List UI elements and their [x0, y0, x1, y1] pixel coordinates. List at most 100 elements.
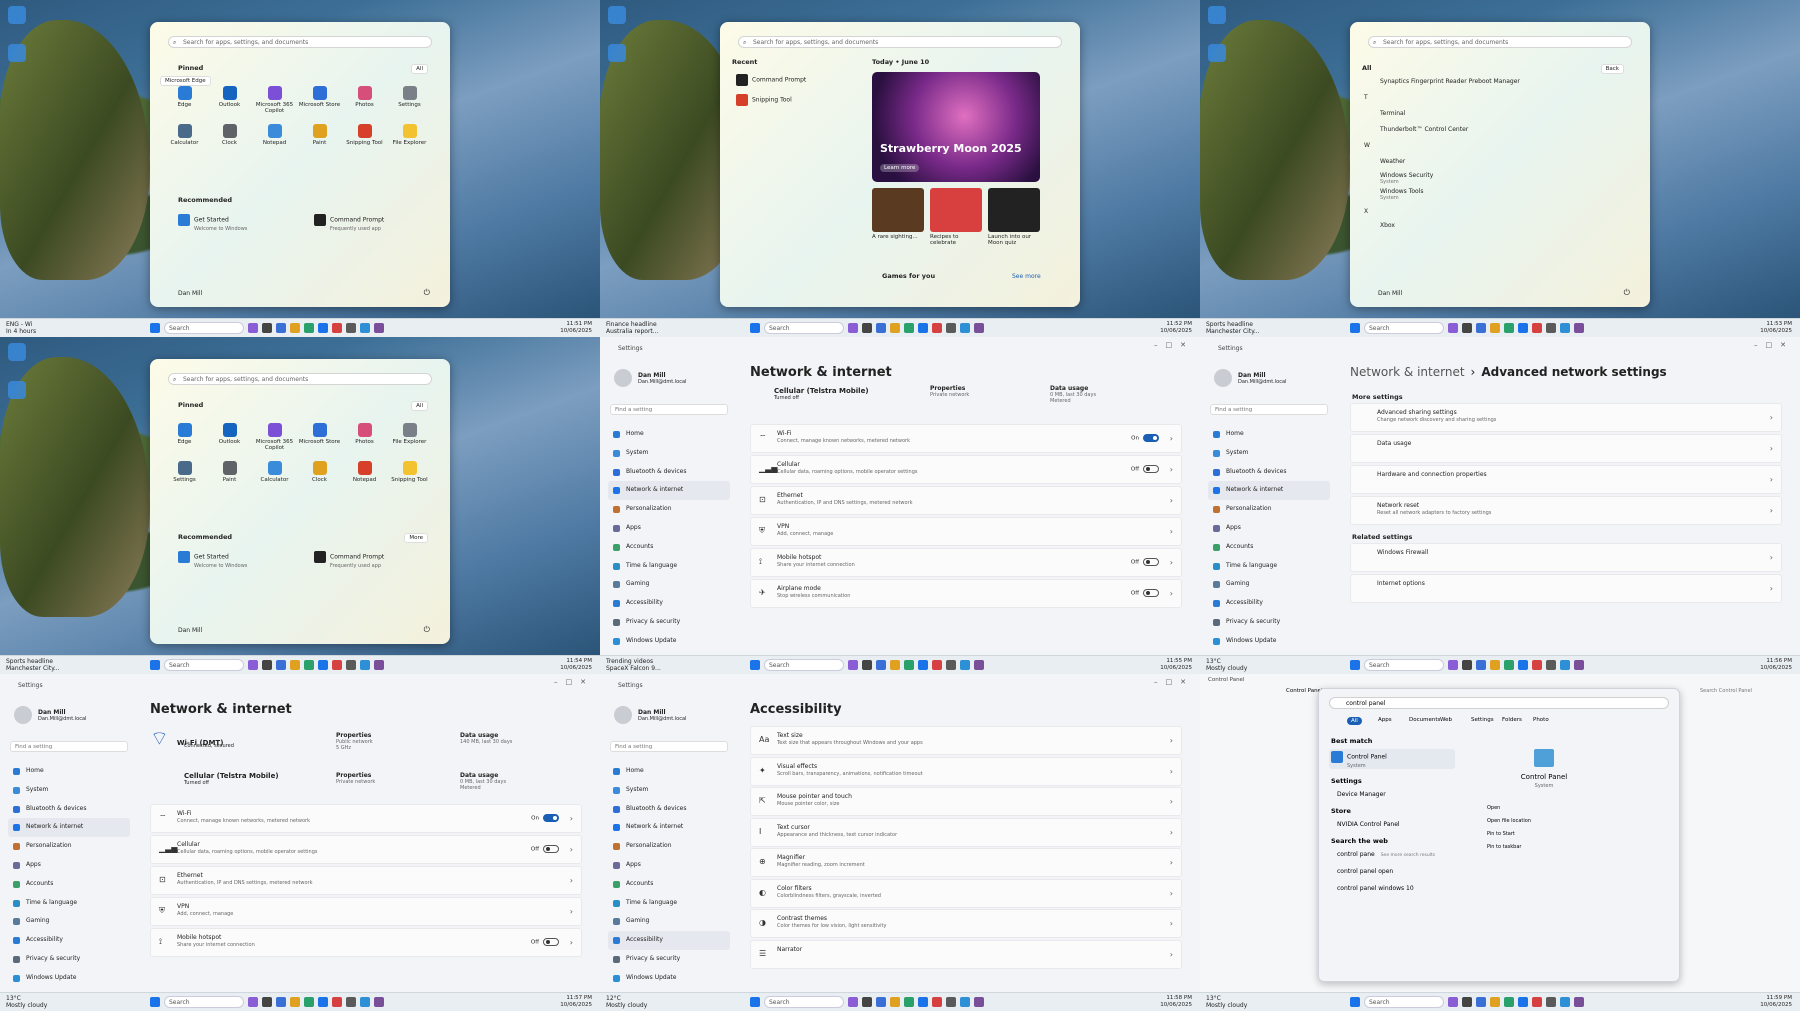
windows-start-icon[interactable] [750, 323, 760, 333]
recommended-item[interactable]: Get Started Welcome to Windows [178, 551, 247, 570]
pinned-app[interactable]: Paint [297, 124, 342, 146]
pinned-app[interactable]: Clock [207, 124, 252, 146]
toggle[interactable]: Off [531, 845, 559, 853]
taskbar-app-icon[interactable] [290, 997, 300, 1007]
pinned-app[interactable]: Edge [162, 423, 207, 445]
taskbar-search[interactable]: Search [1364, 996, 1444, 1008]
nav-item[interactable]: Apps [8, 856, 130, 875]
hero-card[interactable]: Strawberry Moon 2025 Learn more [872, 72, 1040, 182]
taskbar-app-icon[interactable] [318, 660, 328, 670]
nav-item[interactable]: Accounts [1208, 538, 1330, 557]
pinned-app[interactable]: File Explorer [387, 423, 432, 445]
nav-item[interactable]: System [608, 444, 730, 463]
pinned-app[interactable]: Photos [342, 423, 387, 445]
nav-item[interactable]: Privacy & security [1208, 613, 1330, 632]
taskbar-app-icon[interactable] [1574, 660, 1584, 670]
system-tray[interactable]: 11:51 PM 10/06/2025 [470, 321, 600, 335]
nav-item[interactable]: Network & internet [1208, 481, 1330, 501]
properties-button[interactable]: Properties Private network [336, 772, 375, 785]
news-card[interactable]: A rare sighting... [872, 188, 924, 256]
start-search-input[interactable]: Search for apps, settings, and documents [168, 373, 432, 385]
window-controls[interactable]: –□✕ [554, 678, 594, 686]
toggle-switch[interactable] [1143, 465, 1159, 473]
taskbar-app-icon[interactable] [862, 660, 872, 670]
taskbar-app-icon[interactable] [960, 660, 970, 670]
pinned-app[interactable]: Outlook [207, 423, 252, 445]
taskbar-app-icon[interactable] [1448, 660, 1458, 670]
windows-start-icon[interactable] [150, 323, 160, 333]
setting-row[interactable]: ✈ Airplane mode Stop wireless communicatio… [750, 579, 1182, 608]
nav-item[interactable]: Time & language [608, 557, 730, 576]
taskbar-app-icon[interactable] [932, 997, 942, 1007]
system-tray[interactable]: 11:58 PM 10/06/2025 [1070, 995, 1200, 1009]
search-control-panel-input[interactable]: Search Control Panel [1700, 688, 1752, 694]
taskbar-app-icon[interactable] [932, 660, 942, 670]
taskbar-widget[interactable]: 13°C Mostly cloudy [0, 995, 150, 1009]
recommended-item[interactable]: Command Prompt Frequently used app [314, 551, 384, 570]
pinned-app[interactable]: Microsoft 365 Copilot [252, 86, 297, 114]
find-setting-input[interactable]: Find a setting [610, 741, 728, 752]
taskbar-app-icon[interactable] [360, 997, 370, 1007]
taskbar-app-icon[interactable] [946, 323, 956, 333]
taskbar-app-icon[interactable] [932, 323, 942, 333]
pinned-app[interactable]: File Explorer [387, 124, 432, 146]
setting-row[interactable]: ⟟ Mobile hotspot Share your internet conne… [750, 548, 1182, 577]
taskbar-app-icon[interactable] [1462, 660, 1472, 670]
taskbar-widget[interactable]: ENG - Wi In 4 hours [0, 321, 150, 335]
address-bar[interactable]: Control Panel [1286, 688, 1322, 694]
taskbar-widget[interactable]: 13°C Mostly cloudy [1200, 658, 1350, 672]
power-icon[interactable]: ⏻ [1624, 288, 1630, 298]
taskbar-app-icon[interactable] [1532, 323, 1542, 333]
taskbar-app-icon[interactable] [1476, 660, 1486, 670]
taskbar-app-icon[interactable] [1518, 997, 1528, 1007]
windows-start-icon[interactable] [1350, 660, 1360, 670]
nav-item[interactable]: Network & internet [608, 818, 730, 837]
find-setting-input[interactable]: Find a setting [610, 404, 728, 415]
pinned-app[interactable]: Edge [162, 86, 207, 108]
app-list-item[interactable]: Synaptics Fingerprint Reader Preboot Man… [1380, 78, 1520, 85]
nav-item[interactable]: Time & language [8, 894, 130, 913]
power-icon[interactable]: ⏻ [424, 288, 430, 298]
search-input[interactable]: Search for apps, settings, and documents [738, 36, 1062, 48]
pinned-app[interactable]: Microsoft Store [297, 86, 342, 108]
taskbar-app-icon[interactable] [974, 323, 984, 333]
setting-row[interactable]: Internet options › [1350, 574, 1782, 603]
all-apps-button[interactable]: All [411, 401, 428, 411]
see-more-link[interactable]: See more [1012, 273, 1041, 280]
nav-item[interactable]: Time & language [608, 894, 730, 913]
taskbar-widget[interactable]: 13°C Mostly cloudy [1200, 995, 1350, 1009]
setting-row[interactable]: Network reset Reset all network adapters … [1350, 496, 1782, 525]
taskbar-app-icon[interactable] [262, 997, 272, 1007]
recycle-bin-icon[interactable] [608, 6, 626, 24]
system-tray[interactable]: 11:57 PM 10/06/2025 [470, 995, 600, 1009]
taskbar-app-icon[interactable] [1518, 660, 1528, 670]
nav-item[interactable]: Personalization [8, 837, 130, 856]
toggle[interactable]: Off [1131, 558, 1159, 566]
taskbar-app-icon[interactable] [276, 660, 286, 670]
taskbar-app-icon[interactable] [248, 323, 258, 333]
setting-row[interactable]: Hardware and connection properties › [1350, 465, 1782, 494]
web-result[interactable]: control panel windows 10 [1337, 885, 1414, 892]
taskbar-app-icon[interactable] [1532, 660, 1542, 670]
windows-start-icon[interactable] [1350, 997, 1360, 1007]
user-account[interactable]: Dan Mill [1378, 290, 1402, 297]
taskbar-app-icon[interactable] [904, 323, 914, 333]
nav-item[interactable]: Home [608, 762, 730, 781]
taskbar-app-icon[interactable] [946, 997, 956, 1007]
nav-item[interactable]: System [8, 781, 130, 800]
taskbar-app-icon[interactable] [346, 997, 356, 1007]
taskbar-app-icon[interactable] [848, 323, 858, 333]
taskbar-app-icon[interactable] [1448, 323, 1458, 333]
search-query-input[interactable]: control panel [1329, 697, 1669, 709]
taskbar-app-icon[interactable] [960, 997, 970, 1007]
app-list-item[interactable]: Terminal [1380, 110, 1405, 117]
nav-item[interactable]: Windows Update [608, 969, 730, 988]
pinned-app[interactable]: Paint [207, 461, 252, 483]
window-controls[interactable]: –□✕ [1154, 678, 1194, 686]
setting-row[interactable]: ◐ Color filters Colorblindness filters, gr… [750, 878, 1182, 908]
taskbar-app-icon[interactable] [974, 997, 984, 1007]
more-button[interactable]: More [404, 533, 428, 543]
setting-row[interactable]: Advanced sharing settings Change network … [1350, 403, 1782, 432]
setting-row[interactable]: ⊡ Ethernet Authentication, IP and DNS sett… [750, 486, 1182, 515]
taskbar-app-icon[interactable] [918, 997, 928, 1007]
